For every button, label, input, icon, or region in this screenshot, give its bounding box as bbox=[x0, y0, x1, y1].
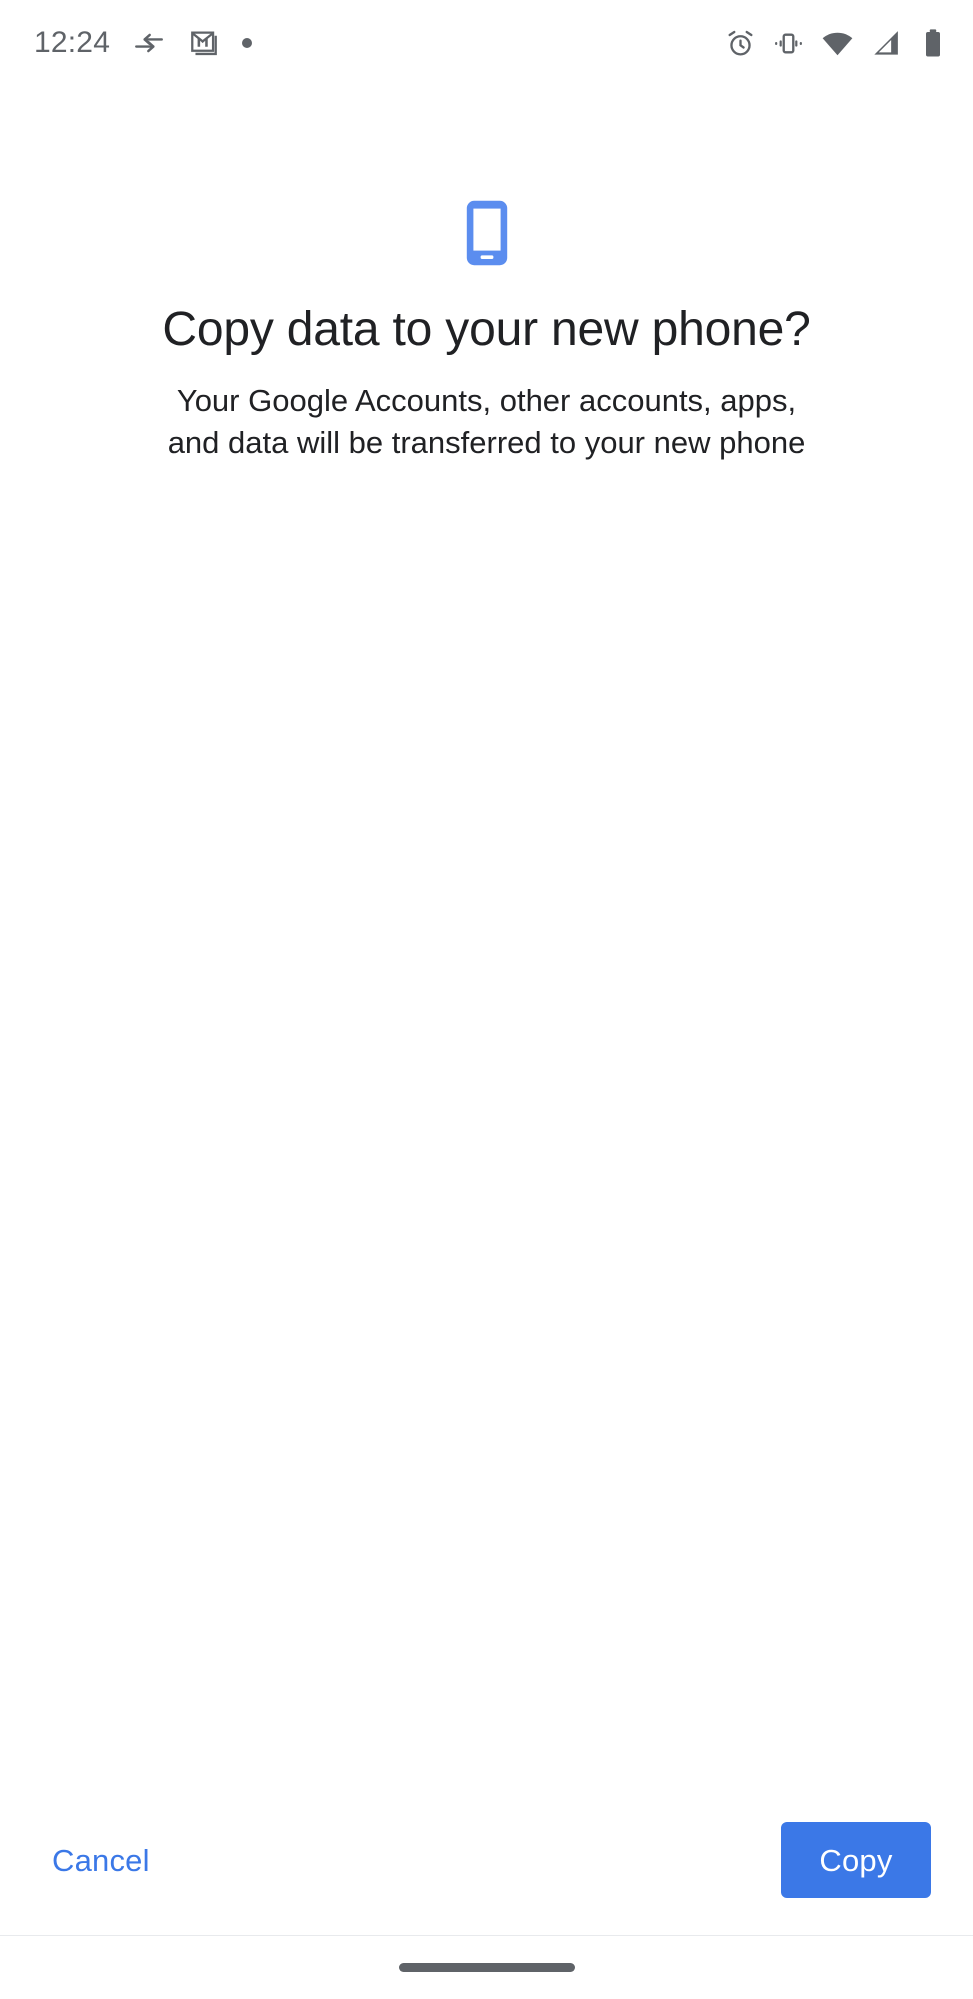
status-bar-right bbox=[725, 27, 947, 60]
action-bar: Cancel Copy bbox=[0, 1785, 973, 1935]
cell-signal-icon bbox=[871, 28, 902, 59]
status-clock: 12:24 bbox=[34, 26, 111, 59]
battery-icon bbox=[919, 28, 947, 58]
home-gesture-pill[interactable] bbox=[398, 1963, 575, 1972]
status-bar-left: 12:24 bbox=[34, 26, 253, 60]
cancel-button[interactable]: Cancel bbox=[44, 1831, 158, 1890]
alarm-icon bbox=[725, 28, 756, 59]
main-content: Copy data to your new phone? Your Google… bbox=[0, 86, 973, 1785]
phone-screen: 12:24 Copy data to your new phone? Your … bbox=[0, 0, 973, 1999]
page-title: Copy data to your new phone? bbox=[162, 303, 811, 356]
notification-dot-icon bbox=[242, 38, 253, 48]
copy-button[interactable]: Copy bbox=[781, 1822, 931, 1898]
status-bar: 12:24 bbox=[0, 0, 973, 86]
wifi-icon bbox=[821, 27, 854, 60]
smartphone-icon bbox=[464, 198, 510, 268]
vibrate-icon bbox=[773, 28, 804, 59]
gmail-icon bbox=[188, 27, 220, 59]
page-subtitle: Your Google Accounts, other accounts, ap… bbox=[167, 382, 806, 460]
system-navigation-bar bbox=[0, 1936, 973, 1999]
data-transfer-icon bbox=[132, 26, 166, 60]
